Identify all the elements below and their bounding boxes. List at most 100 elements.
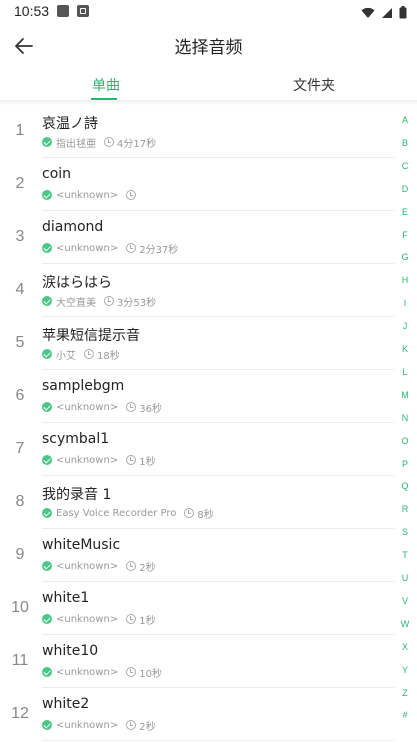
song-duration: 8秒 (197, 509, 214, 521)
song-title: scymbal1 (42, 431, 110, 447)
check-circle-icon (42, 667, 52, 677)
index-letter[interactable]: C (395, 161, 415, 171)
clock-icon (126, 402, 137, 412)
song-index: 12 (11, 705, 29, 722)
song-duration: 4分17秒 (117, 138, 157, 150)
check-circle-icon (42, 190, 52, 200)
song-artist: <unknown> (56, 560, 119, 572)
index-letter[interactable]: A (395, 115, 415, 125)
tab-songs[interactable]: 单曲 (92, 75, 120, 95)
song-artist: Easy Voice Recorder Pro (56, 507, 177, 519)
system-icons (361, 4, 407, 23)
index-letter[interactable]: # (395, 710, 415, 720)
song-meta: <unknown> 10秒 (42, 665, 162, 680)
song-title: white1 (42, 590, 90, 606)
index-letter[interactable]: K (395, 344, 415, 354)
check-circle-icon (42, 349, 52, 359)
index-letter[interactable]: B (395, 138, 415, 148)
clock-icon (84, 349, 94, 359)
index-letter[interactable]: U (395, 573, 415, 583)
index-letter[interactable]: D (395, 184, 415, 194)
index-letter[interactable]: P (395, 459, 415, 469)
song-row[interactable]: 11 white10 <unknown> 10秒 (0, 635, 395, 688)
index-letter[interactable]: N (395, 413, 415, 423)
clock-icon (184, 508, 195, 518)
song-row[interactable]: 10 white1 <unknown> 1秒 (0, 582, 395, 635)
row-divider (42, 740, 395, 741)
song-title: 我的录音 1 (42, 487, 112, 503)
song-meta: <unknown> 2秒 (42, 559, 156, 574)
clock-icon (126, 561, 137, 571)
index-letter[interactable]: W (395, 619, 415, 629)
index-letter[interactable]: Z (395, 688, 415, 698)
song-index: 6 (15, 387, 25, 404)
tab-folders[interactable]: 文件夹 (293, 75, 335, 95)
check-circle-icon (42, 561, 52, 571)
song-artist: <unknown> (56, 666, 119, 678)
song-row[interactable]: 1 哀温ノ詩 指出毬亜 4分17秒 (0, 105, 395, 158)
index-letter[interactable]: I (395, 298, 415, 308)
page-title: 选择音频 (174, 38, 243, 58)
index-letter[interactable]: L (395, 367, 415, 377)
song-row[interactable]: 7 scymbal1 <unknown> 1秒 (0, 423, 395, 476)
check-circle-icon (42, 614, 52, 624)
check-circle-icon (42, 137, 52, 147)
song-meta: <unknown> (42, 188, 139, 202)
index-letter[interactable]: M (395, 390, 415, 400)
song-index: 7 (15, 440, 25, 457)
index-letter[interactable]: Y (395, 665, 415, 675)
index-letter[interactable]: F (395, 230, 415, 240)
song-title: 苹果短信提示音 (42, 328, 140, 344)
clock-icon (104, 296, 114, 306)
index-letter[interactable]: J (395, 321, 415, 331)
song-index: 1 (15, 122, 25, 139)
song-duration: 1秒 (139, 615, 156, 627)
song-title: 哀温ノ詩 (42, 116, 98, 132)
song-artist: 大空直美 (56, 297, 96, 309)
song-row[interactable]: 5 苹果短信提示音 小艾 18秒 (0, 317, 395, 370)
song-meta: <unknown> 2分37秒 (42, 241, 179, 256)
song-row[interactable]: 3 diamond <unknown> 2分37秒 (0, 211, 395, 264)
song-row[interactable]: 9 whiteMusic <unknown> 2秒 (0, 529, 395, 582)
song-title: 涙はらはら (42, 275, 112, 291)
index-letter[interactable]: S (395, 527, 415, 537)
song-index: 8 (15, 493, 25, 510)
song-artist: <unknown> (56, 189, 119, 201)
song-row[interactable]: 8 我的录音 1 Easy Voice Recorder Pro 8秒 (0, 476, 395, 529)
clock-icon (126, 190, 137, 200)
clock-icon (126, 614, 137, 624)
index-letter[interactable]: O (395, 436, 415, 446)
index-letter[interactable]: Q (395, 481, 415, 491)
status-bar: 10:53 (0, 0, 417, 24)
song-index: 2 (15, 175, 25, 192)
index-letter[interactable]: E (395, 207, 415, 217)
song-artist: <unknown> (56, 401, 119, 413)
song-title: white10 (42, 643, 99, 659)
check-circle-icon (42, 720, 52, 730)
song-row[interactable]: 12 white2 <unknown> 2秒 (0, 688, 395, 741)
song-index: 11 (11, 652, 29, 669)
song-row[interactable]: 6 samplebgm <unknown> 36秒 (0, 370, 395, 423)
song-artist: <unknown> (56, 454, 119, 466)
index-letter[interactable]: R (395, 504, 415, 514)
index-letter[interactable]: T (395, 550, 415, 560)
index-letter[interactable]: H (395, 275, 415, 285)
index-letter[interactable]: V (395, 596, 415, 606)
wifi-icon (361, 4, 375, 23)
song-index: 9 (15, 546, 25, 563)
song-duration: 2分37秒 (139, 244, 179, 256)
song-row[interactable]: 4 涙はらはら 大空直美 3分53秒 (0, 264, 395, 317)
song-meta: 指出毬亜 4分17秒 (42, 135, 157, 150)
song-artist: 小艾 (56, 350, 76, 362)
index-letter[interactable]: X (395, 642, 415, 652)
song-row[interactable]: 2 coin <unknown> (0, 158, 395, 211)
clock-icon (126, 243, 137, 253)
song-title: diamond (42, 219, 104, 235)
song-index: 4 (15, 281, 25, 298)
song-title: whiteMusic (42, 537, 121, 553)
song-duration: 10秒 (139, 668, 162, 680)
song-title: samplebgm (42, 378, 125, 394)
song-index: 10 (11, 599, 29, 616)
song-meta: 大空直美 3分53秒 (42, 294, 156, 309)
index-letter[interactable]: G (395, 252, 415, 262)
